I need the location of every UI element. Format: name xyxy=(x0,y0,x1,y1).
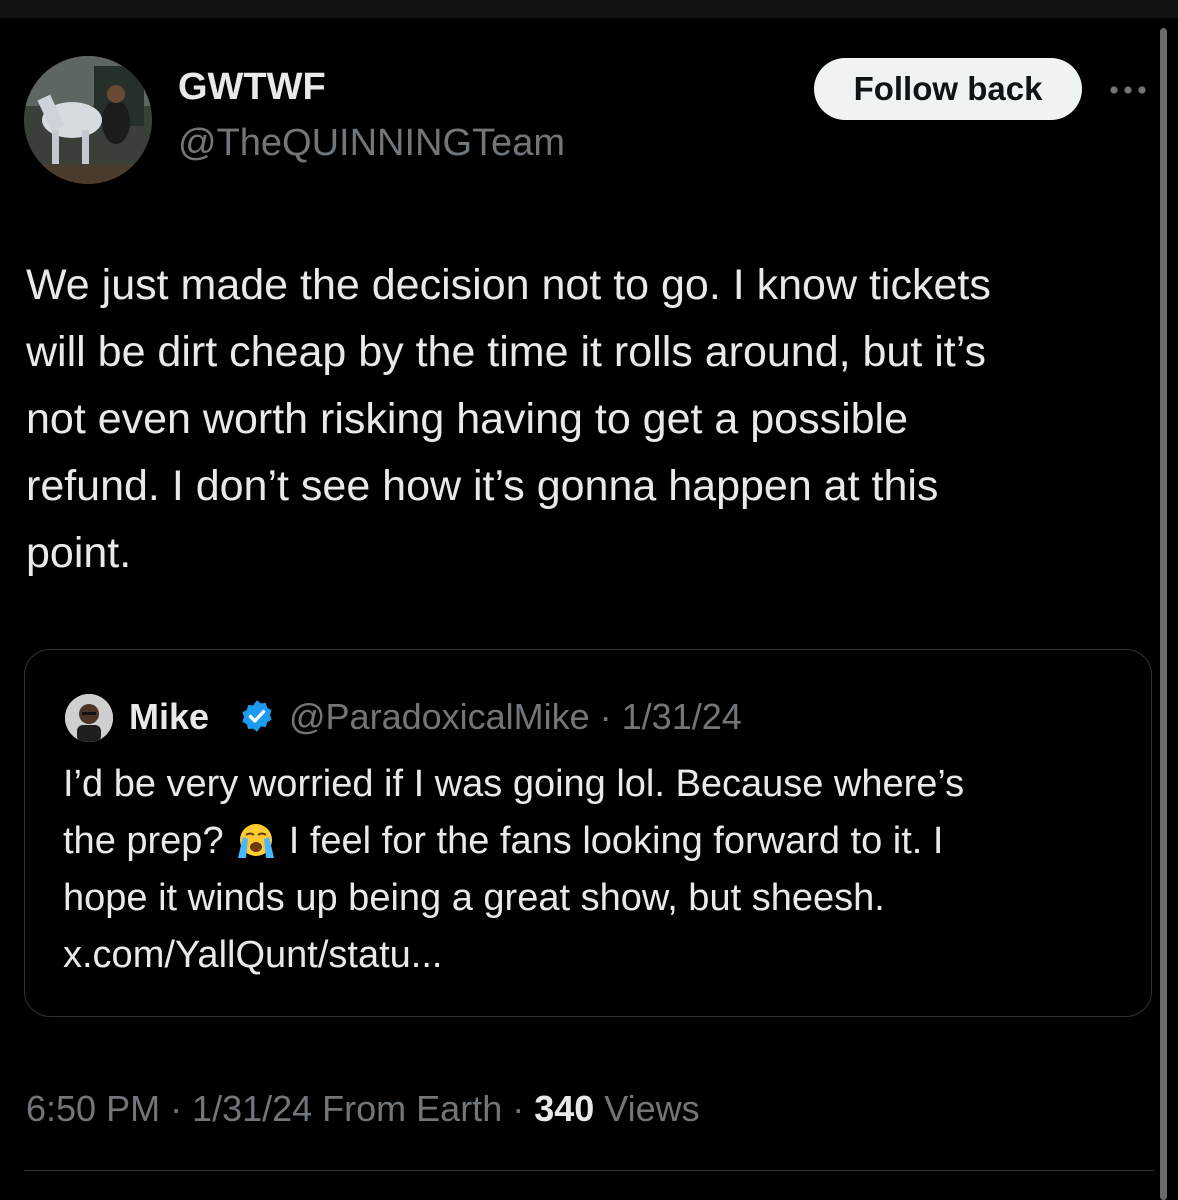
quoted-tweet-text: I’d be very worried if I was going lol. … xyxy=(63,756,1133,984)
follow-back-button[interactable]: Follow back xyxy=(814,58,1082,120)
top-status-strip xyxy=(0,0,1178,18)
author-handle[interactable]: @TheQUINNINGTeam xyxy=(178,122,565,165)
tweet-text-line: We just made the decision not to go. I k… xyxy=(26,261,991,309)
tweet-text-line: not even worth risking having to get a p… xyxy=(26,395,909,443)
tweet-text-line: will be dirt cheap by the time it rolls … xyxy=(26,328,987,376)
tweet-text-line: point. xyxy=(26,529,132,577)
verified-badge-icon xyxy=(239,698,275,734)
quoted-handle-and-date[interactable]: @ParadoxicalMike · 1/31/24 xyxy=(289,696,742,738)
tweet-text-line: refund. I don’t see how it’s gonna happe… xyxy=(26,462,939,510)
quoted-text-segment: I feel for the fans looking forward to i… xyxy=(288,820,944,862)
quoted-author-avatar[interactable] xyxy=(65,694,113,742)
quoted-text-line: hope it winds up being a great show, but… xyxy=(63,877,885,919)
views-count: 340 xyxy=(534,1088,595,1129)
quoted-tweet-card[interactable]: Mike @ParadoxicalMike · 1/31/24 I’d be v… xyxy=(24,649,1152,1017)
tweet-meta: 6:50 PM · 1/31/24 From Earth · 340 Views xyxy=(26,1088,700,1130)
loudly-crying-face-emoji-icon xyxy=(234,820,278,860)
quoted-text-line: I’d be very worried if I was going lol. … xyxy=(63,763,965,805)
timestamp-and-source[interactable]: 6:50 PM · 1/31/24 From Earth · xyxy=(26,1088,534,1129)
views-label: Views xyxy=(604,1088,700,1129)
quoted-text-segment: the prep? xyxy=(63,820,224,862)
more-options-icon[interactable] xyxy=(1104,76,1152,104)
author-display-name[interactable]: GWTWF xyxy=(178,66,326,109)
scrollbar[interactable] xyxy=(1160,28,1167,1200)
quoted-author-name[interactable]: Mike xyxy=(129,696,209,738)
tweet-text: We just made the decision not to go. I k… xyxy=(26,252,1156,587)
quoted-text-line: the prep? I feel for the fans looking fo… xyxy=(63,813,1133,870)
divider xyxy=(24,1170,1154,1171)
author-avatar[interactable] xyxy=(24,56,152,184)
quoted-link[interactable]: x.com/YallQunt/statu... xyxy=(63,927,1133,984)
